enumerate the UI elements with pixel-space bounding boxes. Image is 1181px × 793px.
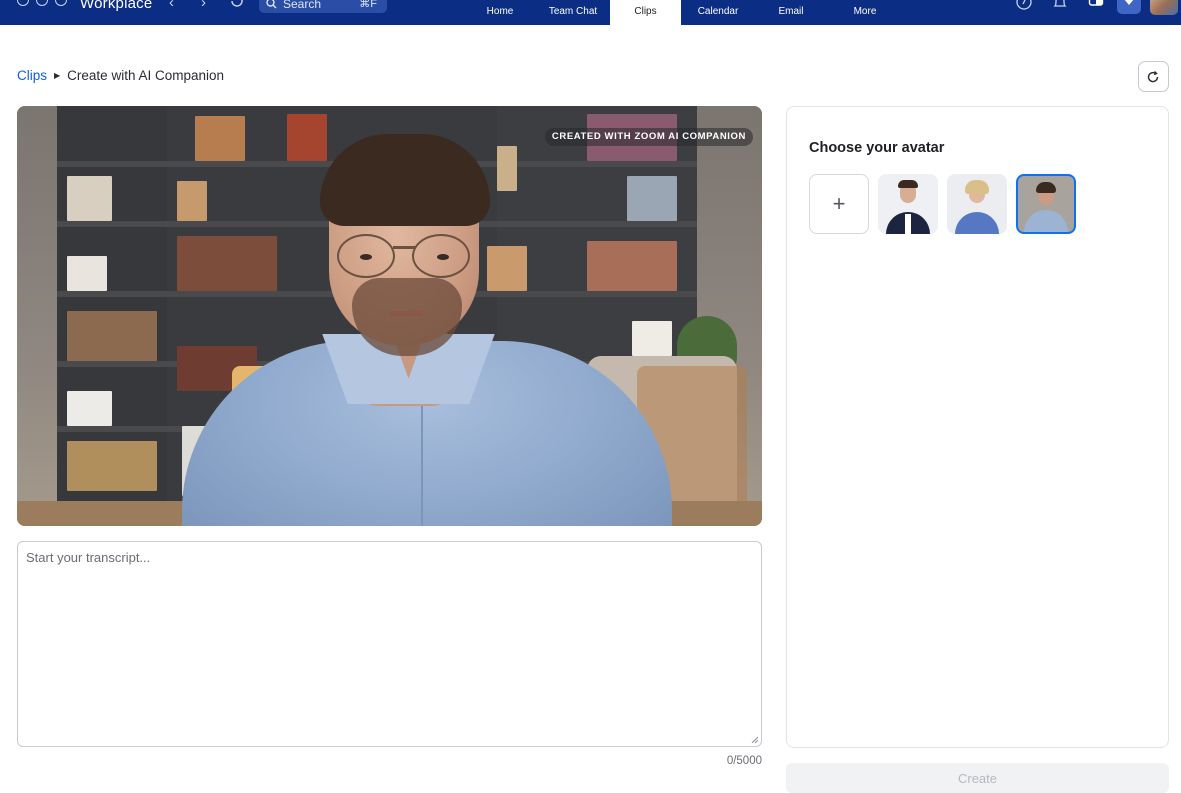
books <box>67 391 112 426</box>
books <box>287 114 327 161</box>
user-avatar[interactable] <box>1150 0 1178 15</box>
character-count: 0/5000 <box>726 755 762 767</box>
books <box>195 116 245 161</box>
back-arrow-icon[interactable]: ‹ <box>169 0 174 11</box>
books <box>177 181 207 221</box>
glasses-bridge <box>393 246 415 249</box>
person-mouth <box>389 311 423 316</box>
avatar-video-preview[interactable]: CREATED WITH ZOOM AI COMPANION <box>17 106 762 526</box>
create-button[interactable]: Create <box>786 763 1169 793</box>
transcript-box <box>17 541 762 747</box>
breadcrumb-clips-link[interactable]: Clips <box>17 68 47 83</box>
plus-icon: + <box>832 191 846 216</box>
books <box>487 246 527 291</box>
tab-team-chat[interactable]: Team Chat <box>540 0 606 25</box>
avatar-body <box>955 212 999 234</box>
books <box>177 236 277 291</box>
search-shortcut: ⌘F <box>359 0 377 10</box>
avatar-hair <box>1036 182 1056 193</box>
shirt-placket <box>421 406 423 526</box>
tab-label: Clips <box>634 6 657 17</box>
transcript-input[interactable] <box>18 542 761 746</box>
tab-email[interactable]: Email <box>766 0 816 25</box>
app-title: Workplace <box>80 0 153 12</box>
top-bar: Workplace ‹ › Search ⌘F Home Team Chat C… <box>0 0 1181 25</box>
avatar-man-suit[interactable] <box>878 174 938 234</box>
tab-home[interactable]: Home <box>476 0 524 25</box>
tab-label: Team Chat <box>548 6 598 17</box>
add-avatar-button[interactable]: + <box>809 174 869 234</box>
search-bar[interactable]: Search ⌘F <box>259 0 387 13</box>
books <box>67 441 157 491</box>
window-close-button[interactable] <box>17 0 29 6</box>
search-icon <box>266 0 277 12</box>
glasses-icon <box>412 234 470 278</box>
forward-arrow-icon[interactable]: › <box>201 0 206 11</box>
ai-companion-badge: CREATED WITH ZOOM AI COMPANION <box>544 128 753 146</box>
tab-label: Email <box>778 6 804 17</box>
tab-label: Home <box>486 6 514 17</box>
history-icon[interactable] <box>229 0 245 13</box>
books <box>627 176 677 221</box>
books <box>497 146 517 191</box>
breadcrumb-separator-icon: ▶ <box>54 71 61 80</box>
panel-title: Choose your avatar <box>809 140 945 156</box>
avatar-hair <box>965 180 989 194</box>
books <box>587 241 677 291</box>
tab-label: Calendar <box>697 6 739 17</box>
avatar-shirt <box>905 214 911 234</box>
help-icon[interactable] <box>1016 0 1032 17</box>
bell-icon[interactable] <box>1052 0 1068 17</box>
refresh-icon <box>1147 71 1159 83</box>
breadcrumb: Clips ▶ Create with AI Companion <box>17 68 224 83</box>
books <box>632 321 672 356</box>
breadcrumb-current: Create with AI Companion <box>67 68 225 83</box>
tab-clips[interactable]: Clips <box>610 0 681 25</box>
tab-more[interactable]: More <box>840 0 890 25</box>
books <box>67 176 112 221</box>
avatar-list: + <box>809 174 1076 234</box>
glasses-icon <box>337 234 395 278</box>
resize-grip-icon[interactable] <box>751 736 758 743</box>
tab-calendar[interactable]: Calendar <box>688 0 748 25</box>
books <box>67 311 157 361</box>
avatar-body <box>1024 210 1068 232</box>
tab-label: More <box>853 6 877 17</box>
window-zoom-button[interactable] <box>55 0 67 6</box>
avatar-hair <box>898 180 918 188</box>
avatar-man-glasses[interactable] <box>1016 174 1076 234</box>
books <box>67 256 107 291</box>
avatar-panel: Choose your avatar + <box>786 106 1169 748</box>
window-minimize-button[interactable] <box>36 0 48 6</box>
panel-icon[interactable] <box>1088 0 1104 17</box>
avatar-woman-blonde[interactable] <box>947 174 1007 234</box>
search-placeholder: Search <box>283 0 322 11</box>
refresh-button[interactable] <box>1138 61 1169 92</box>
premium-button[interactable] <box>1117 0 1141 14</box>
